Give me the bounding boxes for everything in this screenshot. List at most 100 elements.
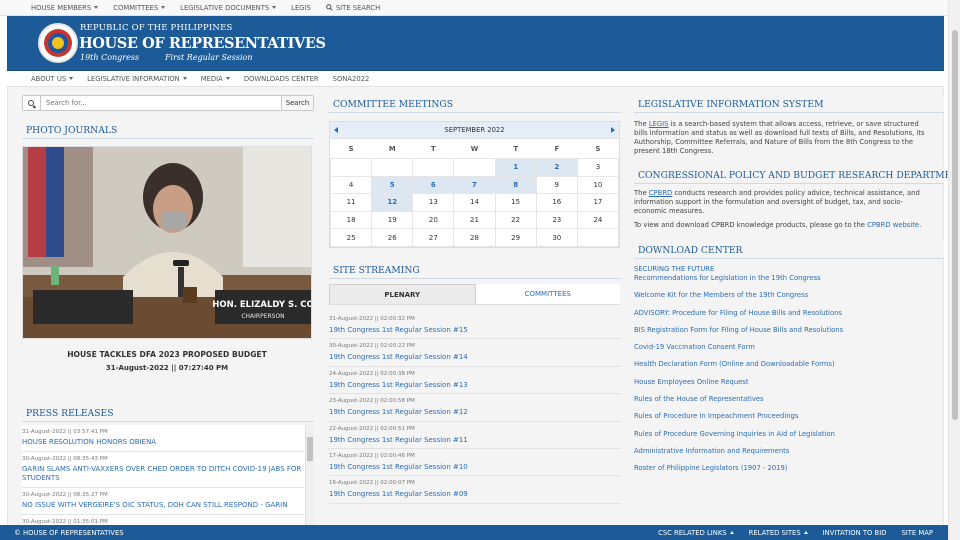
legis-heading: LEGISLATIVE INFORMATION SYSTEM xyxy=(634,96,944,113)
nav-label: SONA2022 xyxy=(332,74,370,83)
calendar-day-with-event[interactable]: 5 xyxy=(371,175,414,195)
scrollbar-thumb[interactable] xyxy=(307,437,313,461)
tab-committees[interactable]: COMMITTEES xyxy=(475,284,620,304)
download-link[interactable]: Administrative Information and Requireme… xyxy=(634,447,934,456)
stream-link[interactable]: 19th Congress 1st Regular Session #11 xyxy=(329,436,621,444)
stream-link[interactable]: 19th Congress 1st Regular Session #14 xyxy=(329,353,621,361)
photo-journal-caption[interactable]: HOUSE TACKLES DFA 2023 PROPOSED BUDGET xyxy=(22,350,312,359)
calendar-weekday: S xyxy=(330,138,372,159)
search-icon[interactable] xyxy=(22,95,41,111)
download-link[interactable]: BIS Registration Form for Filing of Hous… xyxy=(634,326,934,335)
nav-label: SITE SEARCH xyxy=(335,3,381,12)
download-link-line1[interactable]: SECURING THE FUTURE xyxy=(634,265,934,274)
calendar-day-with-event[interactable]: 2 xyxy=(535,158,578,177)
download-link[interactable]: Roster of Philippine Legislators (1907 -… xyxy=(634,464,934,473)
stream-link[interactable]: 19th Congress 1st Regular Session #09 xyxy=(329,490,621,498)
banner-title[interactable]: HOUSE OF REPRESENTATIVES xyxy=(79,35,326,52)
footer-csc-related-links[interactable]: CSC RELATED LINKS xyxy=(658,529,734,537)
nav-about-us[interactable]: ABOUT US xyxy=(31,75,74,83)
caret-down-icon xyxy=(94,6,99,9)
photo-journals-heading: PHOTO JOURNALS xyxy=(22,122,314,139)
stream-date: 24-August-2022 || 02:00:38 PM xyxy=(329,370,415,377)
press-release-item: 31-August-2022 || 03:57:41 PM HOUSE RESO… xyxy=(22,425,304,452)
caret-down-icon xyxy=(69,77,74,80)
stream-date: 17-August-2022 || 02:00:46 PM xyxy=(329,452,415,459)
stream-link[interactable]: 19th Congress 1st Regular Session #13 xyxy=(329,381,621,389)
press-release-link[interactable]: GARIN SLAMS ANTI-VAXXERS OVER CHED ORDER… xyxy=(22,465,304,483)
stream-date: 30-August-2022 || 02:00:22 PM xyxy=(329,343,415,350)
calendar-day-with-event[interactable]: 6 xyxy=(412,175,455,195)
download-link[interactable]: Rules of Procedure in Impeachment Procee… xyxy=(634,412,934,421)
search-input[interactable] xyxy=(41,95,282,111)
footer-link-label: CSC RELATED LINKS xyxy=(658,528,727,537)
cpbrd-text: conducts research and provides policy ad… xyxy=(634,189,920,215)
page-scrollbar[interactable] xyxy=(948,0,960,540)
footer-invitation-to-bid[interactable]: INVITATION TO BID xyxy=(823,529,887,537)
photo-illustration: HON. ELIZALDY S. CO CHAIRPERSON xyxy=(23,147,312,338)
footer-copyright: © HOUSE OF REPRESENTATIVES xyxy=(14,528,124,537)
stream-link[interactable]: 19th Congress 1st Regular Session #12 xyxy=(329,408,621,416)
nav-legislative-information[interactable]: LEGISLATIVE INFORMATION xyxy=(87,75,187,83)
banner-congress: 19th Congress xyxy=(80,53,140,62)
calendar-week: 11 12 13 14 15 16 17 xyxy=(329,193,620,212)
nav-site-search[interactable]: SITE SEARCH xyxy=(326,4,380,12)
calendar-header: SEPTEMBER 2022 xyxy=(330,122,619,138)
cpbrd-website-note: To view and download CPBRD knowledge pro… xyxy=(634,221,934,230)
calendar-day xyxy=(412,158,455,177)
download-link[interactable]: Welcome Kit for the Members of the 19th … xyxy=(634,291,934,300)
download-link[interactable]: ADVISORY: Procedure for Filing of House … xyxy=(634,309,934,318)
nav-label: COMMITTEES xyxy=(113,3,159,12)
calendar-day: 22 xyxy=(494,210,537,230)
streaming-list: 31-August-2022 || 02:00:32 PM 19th Congre… xyxy=(329,312,621,507)
nav-committees[interactable]: COMMITTEES xyxy=(113,3,166,12)
calendar-day-with-event[interactable]: 7 xyxy=(453,175,496,195)
nav-legislative-documents[interactable]: LEGISLATIVE DOCUMENTS xyxy=(180,3,277,12)
calendar-day: 10 xyxy=(576,175,620,195)
stream-link[interactable]: 19th Congress 1st Regular Session #15 xyxy=(329,326,621,334)
nav-label: LEGISLATIVE DOCUMENTS xyxy=(180,3,270,12)
footer-link-label: RELATED SITES xyxy=(748,528,801,537)
scrollbar-thumb[interactable] xyxy=(952,30,958,420)
legis-link[interactable]: LEGIS xyxy=(649,120,669,128)
nav-legis[interactable]: LEGIS xyxy=(291,4,311,12)
stream-date: 23-August-2022 || 02:00:58 PM xyxy=(329,398,415,405)
press-release-link[interactable]: HOUSE RESOLUTION HONORS OBIENA xyxy=(22,438,304,447)
download-link[interactable]: House Employees Online Request xyxy=(634,378,934,387)
photo-journal-image[interactable]: HON. ELIZALDY S. CO CHAIRPERSON xyxy=(22,146,312,339)
calendar-day-with-event[interactable]: 12 xyxy=(371,193,414,212)
press-release-link[interactable]: NO ISSUE WITH VERGEIRE'S OIC STATUS, DOH… xyxy=(22,501,304,510)
download-link[interactable]: Rules of Procedure Governing Inquiries i… xyxy=(634,430,934,439)
press-releases-scrollbar[interactable] xyxy=(305,425,314,525)
house-seal-logo[interactable] xyxy=(38,23,78,63)
calendar-day-with-event[interactable]: 1 xyxy=(494,158,537,177)
nav-sona2022[interactable]: SONA2022 xyxy=(333,75,370,83)
nav-media[interactable]: MEDIA xyxy=(201,75,230,83)
footer-site-map[interactable]: SITE MAP xyxy=(901,529,933,537)
cpbrd-website-link[interactable]: CPBRD website xyxy=(867,221,919,229)
stream-link[interactable]: 19th Congress 1st Regular Session #10 xyxy=(329,463,621,471)
calendar-day-with-event[interactable]: 8 xyxy=(494,175,537,195)
search-button[interactable]: Search xyxy=(282,95,314,111)
nav-house-members[interactable]: HOUSE MEMBERS xyxy=(31,4,99,12)
calendar-weekday: T xyxy=(412,138,454,159)
cpbrd-link[interactable]: CPBRD xyxy=(649,189,672,197)
press-releases-heading: PRESS RELEASES xyxy=(22,405,314,422)
calendar-day: 19 xyxy=(371,210,414,230)
download-link[interactable]: SECURING THE FUTURE Recommendations for L… xyxy=(634,265,934,283)
download-link-line2[interactable]: Recommendations for Legislation in the 1… xyxy=(634,274,934,283)
photo-nameplate-name: HON. ELIZALDY S. CO xyxy=(212,300,312,310)
cpbrd-pre: The xyxy=(634,189,649,197)
prev-month-arrow-icon[interactable] xyxy=(334,127,338,133)
stream-item: 30-August-2022 || 02:00:22 PM 19th Congre… xyxy=(329,339,621,367)
next-month-arrow-icon[interactable] xyxy=(611,127,615,133)
calendar-day: 25 xyxy=(329,228,373,247)
nav-downloads-center[interactable]: DOWNLOADS CENTER xyxy=(244,75,319,83)
calendar-day: 13 xyxy=(412,193,455,212)
footer-related-sites[interactable]: RELATED SITES xyxy=(749,529,808,537)
tab-plenary[interactable]: PLENARY xyxy=(329,284,476,304)
calendar-day xyxy=(371,158,414,177)
download-link[interactable]: Rules of the House of Representatives xyxy=(634,395,934,404)
caret-up-icon xyxy=(803,531,808,534)
download-link[interactable]: Health Declaration Form (Online and Down… xyxy=(634,360,934,369)
download-link[interactable]: Covid-19 Vaccination Consent Form xyxy=(634,343,934,352)
